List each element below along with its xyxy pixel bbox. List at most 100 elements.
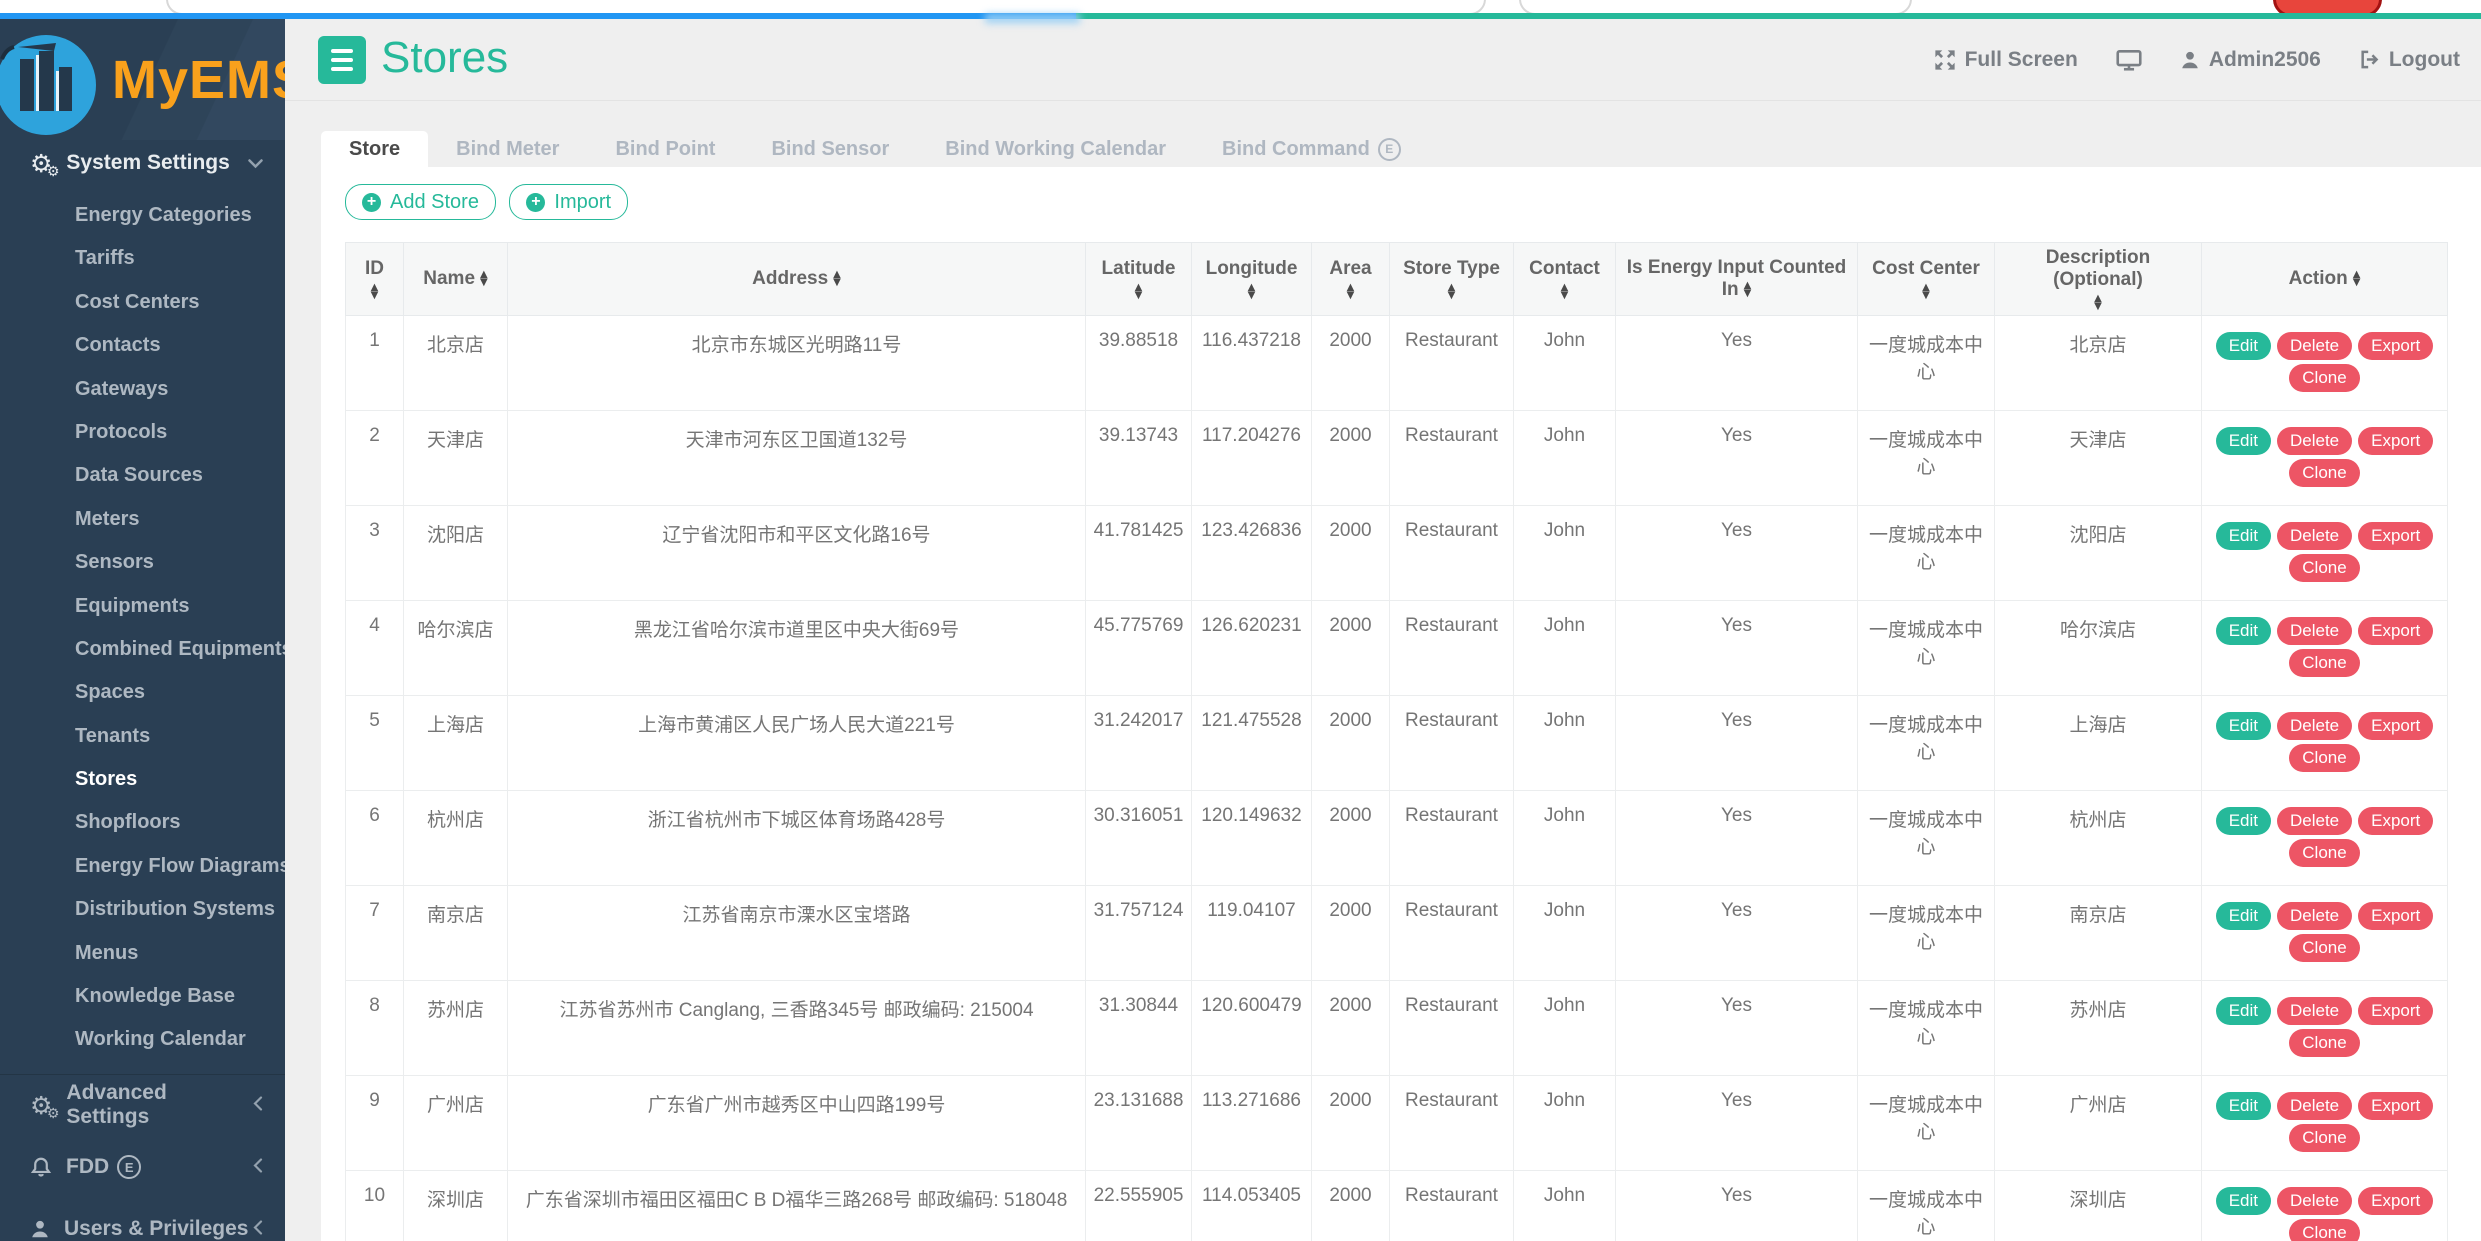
sidebar-item-cost-centers[interactable]: Cost Centers	[0, 281, 285, 324]
tab-bind-point[interactable]: Bind Point	[587, 131, 743, 167]
display-toggle-button[interactable]	[2116, 48, 2142, 72]
export-button[interactable]: Export	[2358, 522, 2433, 550]
sidebar-item-sensors[interactable]: Sensors	[0, 541, 285, 584]
export-button[interactable]: Export	[2358, 997, 2433, 1025]
col-header-area[interactable]: Area▲▼	[1312, 243, 1390, 316]
delete-button[interactable]: Delete	[2277, 1187, 2352, 1215]
sidebar-section-system-settings[interactable]: ⚙⚙ System Settings	[0, 140, 285, 186]
browser-address-bar[interactable]	[166, 0, 1486, 13]
delete-button[interactable]: Delete	[2277, 332, 2352, 360]
sidebar-section-advanced-settings[interactable]: ⚙⚙Advanced Settings	[0, 1083, 285, 1128]
delete-button[interactable]: Delete	[2277, 807, 2352, 835]
col-header-action[interactable]: Action▲▼	[2202, 243, 2448, 316]
edit-button[interactable]: Edit	[2216, 902, 2271, 930]
col-header-contact[interactable]: Contact▲▼	[1514, 243, 1616, 316]
export-button[interactable]: Export	[2358, 1187, 2433, 1215]
logo-block[interactable]: MyEMS	[0, 19, 285, 140]
delete-button[interactable]: Delete	[2277, 617, 2352, 645]
export-button[interactable]: Export	[2358, 807, 2433, 835]
clone-button[interactable]: Clone	[2289, 364, 2359, 392]
sidebar-item-protocols[interactable]: Protocols	[0, 411, 285, 454]
sidebar-item-data-sources[interactable]: Data Sources	[0, 454, 285, 497]
col-header-is-energy-input-counted-in[interactable]: Is Energy Input Counted In▲▼	[1616, 243, 1858, 316]
sidebar-item-energy-categories[interactable]: Energy Categories	[0, 194, 285, 237]
browser-red-button[interactable]	[2273, 0, 2382, 13]
edit-button[interactable]: Edit	[2216, 1187, 2271, 1215]
import-button[interactable]: + Import	[509, 184, 628, 220]
tab-store[interactable]: Store	[321, 131, 428, 167]
delete-button[interactable]: Delete	[2277, 997, 2352, 1025]
tab-bind-command[interactable]: Bind CommandE	[1194, 131, 1429, 167]
delete-button[interactable]: Delete	[2277, 712, 2352, 740]
delete-button[interactable]: Delete	[2277, 522, 2352, 550]
clone-button[interactable]: Clone	[2289, 934, 2359, 962]
table-row: 4哈尔滨店黑龙江省哈尔滨市道里区中央大街69号45.775769126.6202…	[346, 601, 2448, 696]
col-header-id[interactable]: ID▲▼	[346, 243, 404, 316]
clone-button[interactable]: Clone	[2289, 744, 2359, 772]
sidebar-item-tariffs[interactable]: Tariffs	[0, 237, 285, 280]
sidebar-section-fdd[interactable]: FDDE	[0, 1145, 285, 1190]
clone-button[interactable]: Clone	[2289, 554, 2359, 582]
edit-button[interactable]: Edit	[2216, 997, 2271, 1025]
sidebar-item-knowledge-base[interactable]: Knowledge Base	[0, 975, 285, 1018]
edit-button[interactable]: Edit	[2216, 522, 2271, 550]
sidebar-item-spaces[interactable]: Spaces	[0, 671, 285, 714]
sidebar-item-tenants[interactable]: Tenants	[0, 715, 285, 758]
sidebar-item-combined-equipments[interactable]: Combined Equipments	[0, 628, 285, 671]
col-header-longitude[interactable]: Longitude▲▼	[1192, 243, 1312, 316]
sidebar-item-shopfloors[interactable]: Shopfloors	[0, 801, 285, 844]
sidebar-item-working-calendar[interactable]: Working Calendar	[0, 1018, 285, 1061]
sidebar-item-gateways[interactable]: Gateways	[0, 368, 285, 411]
user-menu[interactable]: Admin2506	[2180, 48, 2321, 72]
logout-icon	[2359, 49, 2380, 70]
edit-button[interactable]: Edit	[2216, 332, 2271, 360]
col-header-name[interactable]: Name▲▼	[404, 243, 508, 316]
tab-bind-sensor[interactable]: Bind Sensor	[743, 131, 917, 167]
sidebar-item-menus[interactable]: Menus	[0, 932, 285, 975]
edit-button[interactable]: Edit	[2216, 712, 2271, 740]
delete-button[interactable]: Delete	[2277, 1092, 2352, 1120]
cell-cost-center: 一度城成本中心	[1858, 696, 1995, 791]
sidebar-item-stores[interactable]: Stores	[0, 758, 285, 801]
clone-button[interactable]: Clone	[2289, 839, 2359, 867]
clone-button[interactable]: Clone	[2289, 459, 2359, 487]
edit-button[interactable]: Edit	[2216, 1092, 2271, 1120]
sidebar-item-meters[interactable]: Meters	[0, 498, 285, 541]
col-header-cost-center[interactable]: Cost Center▲▼	[1858, 243, 1995, 316]
export-button[interactable]: Export	[2358, 617, 2433, 645]
delete-button[interactable]: Delete	[2277, 427, 2352, 455]
col-header-store-type[interactable]: Store Type▲▼	[1390, 243, 1514, 316]
clone-button[interactable]: Clone	[2289, 1029, 2359, 1057]
clone-button[interactable]: Clone	[2289, 1219, 2359, 1241]
clone-button[interactable]: Clone	[2289, 649, 2359, 677]
sidebar-item-equipments[interactable]: Equipments	[0, 585, 285, 628]
sidebar-section-users-privileges[interactable]: Users & Privileges	[0, 1207, 285, 1241]
browser-search-box[interactable]	[1519, 0, 1912, 13]
edit-button[interactable]: Edit	[2216, 807, 2271, 835]
fullscreen-button[interactable]: Full Screen	[1934, 48, 2078, 72]
clone-button[interactable]: Clone	[2289, 1124, 2359, 1152]
edit-button[interactable]: Edit	[2216, 427, 2271, 455]
export-button[interactable]: Export	[2358, 1092, 2433, 1120]
sidebar-item-contacts[interactable]: Contacts	[0, 324, 285, 367]
add-store-button[interactable]: + Add Store	[345, 184, 496, 220]
export-button[interactable]: Export	[2358, 427, 2433, 455]
export-button[interactable]: Export	[2358, 902, 2433, 930]
edit-button[interactable]: Edit	[2216, 617, 2271, 645]
sidebar-item-energy-flow-diagrams[interactable]: Energy Flow Diagrams	[0, 845, 285, 888]
sort-icon: ▲▼	[371, 284, 379, 300]
tab-bind-meter[interactable]: Bind Meter	[428, 131, 587, 167]
logout-button[interactable]: Logout	[2359, 48, 2460, 72]
cell-action: EditDeleteExport Clone	[2202, 316, 2448, 411]
export-button[interactable]: Export	[2358, 712, 2433, 740]
col-header-description-optional[interactable]: Description (Optional)▲▼	[1995, 243, 2202, 316]
tab-bind-working-calendar[interactable]: Bind Working Calendar	[917, 131, 1194, 167]
export-button[interactable]: Export	[2358, 332, 2433, 360]
delete-button[interactable]: Delete	[2277, 902, 2352, 930]
chevron-left-icon	[253, 1093, 263, 1117]
col-header-latitude[interactable]: Latitude▲▼	[1086, 243, 1192, 316]
sidebar-item-distribution-systems[interactable]: Distribution Systems	[0, 888, 285, 931]
col-header-address[interactable]: Address▲▼	[508, 243, 1086, 316]
menu-toggle-button[interactable]	[318, 36, 366, 84]
sidebar: MyEMS ⚙⚙ System Settings Energy Categori…	[0, 19, 285, 1241]
